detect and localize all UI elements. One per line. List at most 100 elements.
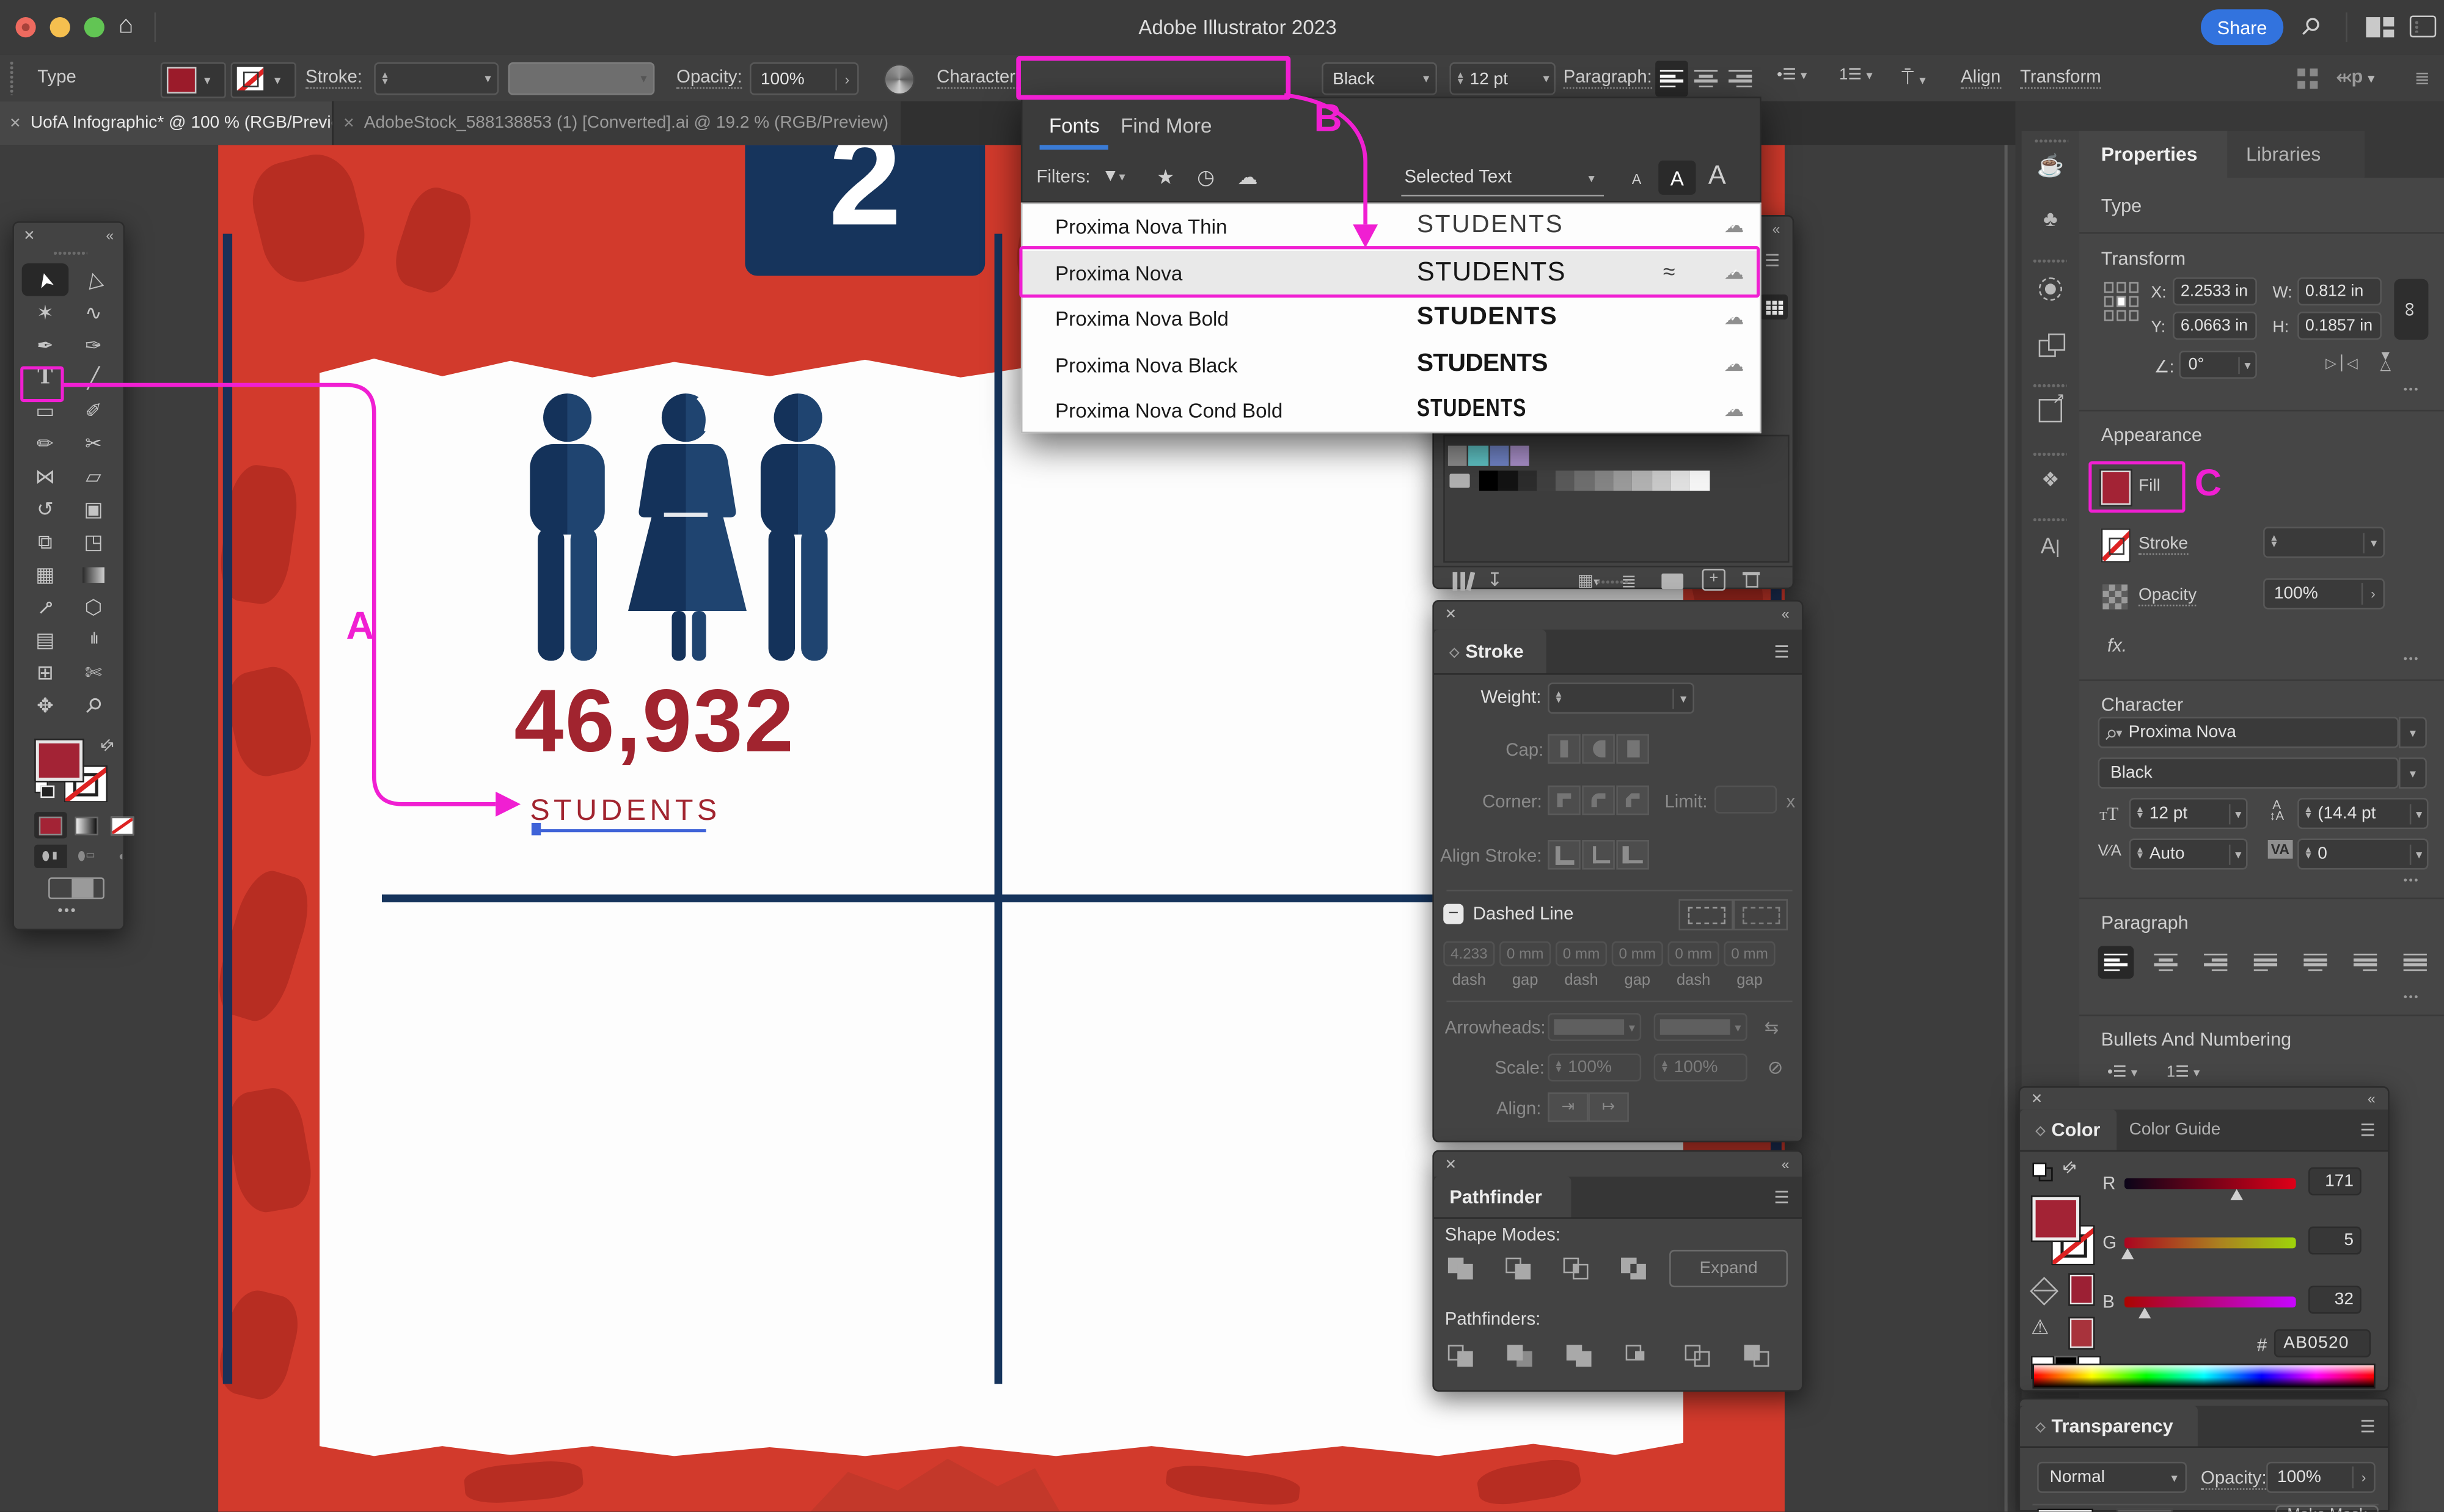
swatch[interactable] [1613, 470, 1632, 491]
swatch[interactable] [1633, 470, 1652, 491]
swatch[interactable] [1518, 470, 1537, 491]
swatch[interactable] [1498, 470, 1517, 491]
fill-proxy-swatch[interactable] [36, 740, 83, 781]
brush-definition-dropdown[interactable]: ▾ [508, 62, 655, 95]
flip-horizontal-icon[interactable]: ▷⎪◁ [2325, 356, 2358, 373]
gap-field[interactable]: 0 mm [1499, 941, 1551, 966]
w-field[interactable]: 0.812 in [2297, 277, 2382, 305]
scissors-tool[interactable]: ✂ [70, 427, 117, 460]
gradient-mode-button[interactable] [70, 812, 103, 838]
swatch[interactable] [1448, 446, 1467, 466]
transparency-opacity-field[interactable]: 100%› [2266, 1462, 2376, 1493]
hand-tool[interactable]: ✥ [22, 689, 69, 722]
bullet-list-button[interactable]: •☰ ▾ [2107, 1064, 2137, 1081]
panel-menu-icon[interactable]: ☰ [2360, 1417, 2376, 1437]
rotate-tool[interactable]: ↺ [22, 492, 69, 525]
arrowhead-end-dropdown[interactable]: ▾ [1654, 1013, 1747, 1041]
character-style-field[interactable]: Black [2098, 758, 2399, 789]
pathfinder-panel-tab[interactable]: Pathfinder [1434, 1177, 1571, 1217]
cap-butt-button[interactable] [1548, 734, 1581, 764]
filter-funnel-icon[interactable]: ▼▾ [1102, 167, 1125, 186]
appearance-stroke-weight-field[interactable]: ▲▼▾ [2263, 527, 2385, 558]
chevron-down-icon[interactable]: ▾ [1588, 172, 1594, 186]
slice-tool[interactable]: ✄ [70, 656, 117, 689]
collapse-panel-icon[interactable]: « [1772, 221, 1780, 237]
character-kerning-field[interactable]: ▲▼Auto▾ [2129, 838, 2248, 869]
lasso-tool[interactable]: ∿ [70, 296, 117, 329]
limit-field[interactable] [1714, 786, 1777, 814]
pen-tool[interactable]: ✒ [22, 329, 69, 362]
control-bar-drag-handle[interactable] [9, 60, 14, 95]
zoom-tool[interactable]: ⚲ [70, 689, 117, 722]
swap-colors-icon[interactable]: ⇆ [2060, 1157, 2081, 1178]
swatch[interactable] [1556, 470, 1575, 491]
shape-builder-tool[interactable]: ⧉ [22, 525, 69, 558]
numbered-list-button[interactable]: 1☰ ▾ [1839, 67, 1872, 84]
cap-projecting-button[interactable] [1616, 734, 1649, 764]
rectangle-tool[interactable]: ▭ [22, 394, 69, 427]
dash-field[interactable]: 4.233 [1443, 941, 1495, 966]
font-size-field[interactable]: ▲▼ 12 pt▾ [1449, 62, 1555, 95]
character-panel-icon[interactable]: A| [2022, 533, 2079, 558]
x-field[interactable]: 2.2533 in [2173, 277, 2257, 305]
swatch[interactable] [1575, 470, 1594, 491]
transparency-panel-tab[interactable]: ◇Transparency [2020, 1406, 2198, 1446]
collapse-panel-icon[interactable]: « [1782, 606, 1790, 622]
close-tab-icon[interactable]: ✕ [0, 114, 31, 131]
shapes-cluster-tool[interactable]: ⬡ [70, 591, 117, 624]
sample-size-medium-button[interactable]: A [1658, 161, 1696, 195]
direct-selection-tool[interactable]: ▷ [70, 263, 117, 296]
appearance-opacity-label[interactable]: Opacity [2138, 586, 2197, 606]
paragraph-align-right-button[interactable] [2198, 946, 2234, 979]
color-guide-tab[interactable]: Color Guide [2117, 1109, 2241, 1150]
dash-field[interactable]: 0 mm [1556, 941, 1607, 966]
students-pictogram[interactable] [518, 393, 857, 667]
h-field[interactable]: 0.1857 in [2297, 312, 2382, 340]
exclude-button[interactable] [1621, 1258, 1647, 1281]
appearance-fill-label[interactable]: Fill [2138, 477, 2160, 496]
minus-back-button[interactable] [1744, 1345, 1771, 1368]
dashed-line-checkbox[interactable]: – [1443, 904, 1463, 924]
corner-round-button[interactable] [1582, 786, 1615, 815]
fill-proxy-swatch[interactable] [2033, 1197, 2080, 1240]
character-leading-field[interactable]: ▲▼(14.4 pt▾ [2297, 798, 2428, 829]
align-panel-label[interactable]: Align [1961, 68, 2000, 89]
gap-field[interactable]: 0 mm [1724, 941, 1775, 966]
align-stroke-outside-button[interactable] [1616, 840, 1649, 869]
tab-libraries[interactable]: Libraries [2227, 131, 2364, 178]
puppet-warp-tool[interactable]: ▣ [70, 492, 117, 525]
pencil-tool[interactable]: ✏ [22, 427, 69, 460]
options-list-icon[interactable]: ≣ [2414, 67, 2430, 89]
character-size-field[interactable]: ▲▼12 pt▾ [2129, 798, 2248, 829]
home-icon[interactable]: ⌂ [119, 12, 134, 40]
paragraph-align-left-button[interactable] [2098, 946, 2134, 979]
gradient-tool[interactable] [70, 558, 117, 591]
character-font-chevron[interactable]: ▾ [2399, 717, 2427, 748]
arrange-documents-icon[interactable] [2366, 17, 2394, 37]
symbols-panel-icon[interactable]: ♣ [2022, 206, 2079, 231]
align-right-button[interactable] [1724, 60, 1757, 97]
close-panel-icon[interactable]: ✕ [1445, 606, 1457, 623]
search-icon[interactable]: ⚲ [2295, 10, 2327, 42]
dash-field[interactable]: 0 mm [1668, 941, 1719, 966]
blob-panel-icon[interactable] [2022, 277, 2079, 309]
intersect-button[interactable] [1564, 1258, 1590, 1281]
fill-color-swatch[interactable]: ▾ [161, 62, 226, 98]
unite-button[interactable] [1448, 1258, 1474, 1281]
b-slider[interactable] [2124, 1296, 2296, 1307]
color-spectrum-bar[interactable] [2033, 1364, 2376, 1389]
favorites-star-icon[interactable]: ★ [1157, 165, 1175, 190]
workspace-switcher-icon[interactable] [2410, 16, 2436, 38]
expand-button[interactable]: Expand [1669, 1250, 1788, 1287]
stroke-panel-tab[interactable]: ◇Stroke [1434, 630, 1546, 673]
activate-font-cloud-icon[interactable]: ☁✓ [1724, 356, 1746, 375]
swap-fill-stroke-icon[interactable]: ⇆ [97, 735, 119, 756]
appearance-opacity-field[interactable]: 100%› [2263, 578, 2385, 609]
curvature-pen-tool[interactable]: ✑ [70, 329, 117, 362]
reference-point-selector[interactable] [2104, 282, 2138, 316]
r-value-field[interactable]: 171 [2308, 1167, 2362, 1196]
blend-mode-dropdown[interactable]: Normal▾ [2037, 1462, 2187, 1493]
minimize-window-button[interactable] [50, 17, 70, 37]
sample-text-dropdown[interactable]: Selected Text [1404, 169, 1512, 188]
b-value-field[interactable]: 32 [2308, 1286, 2362, 1314]
